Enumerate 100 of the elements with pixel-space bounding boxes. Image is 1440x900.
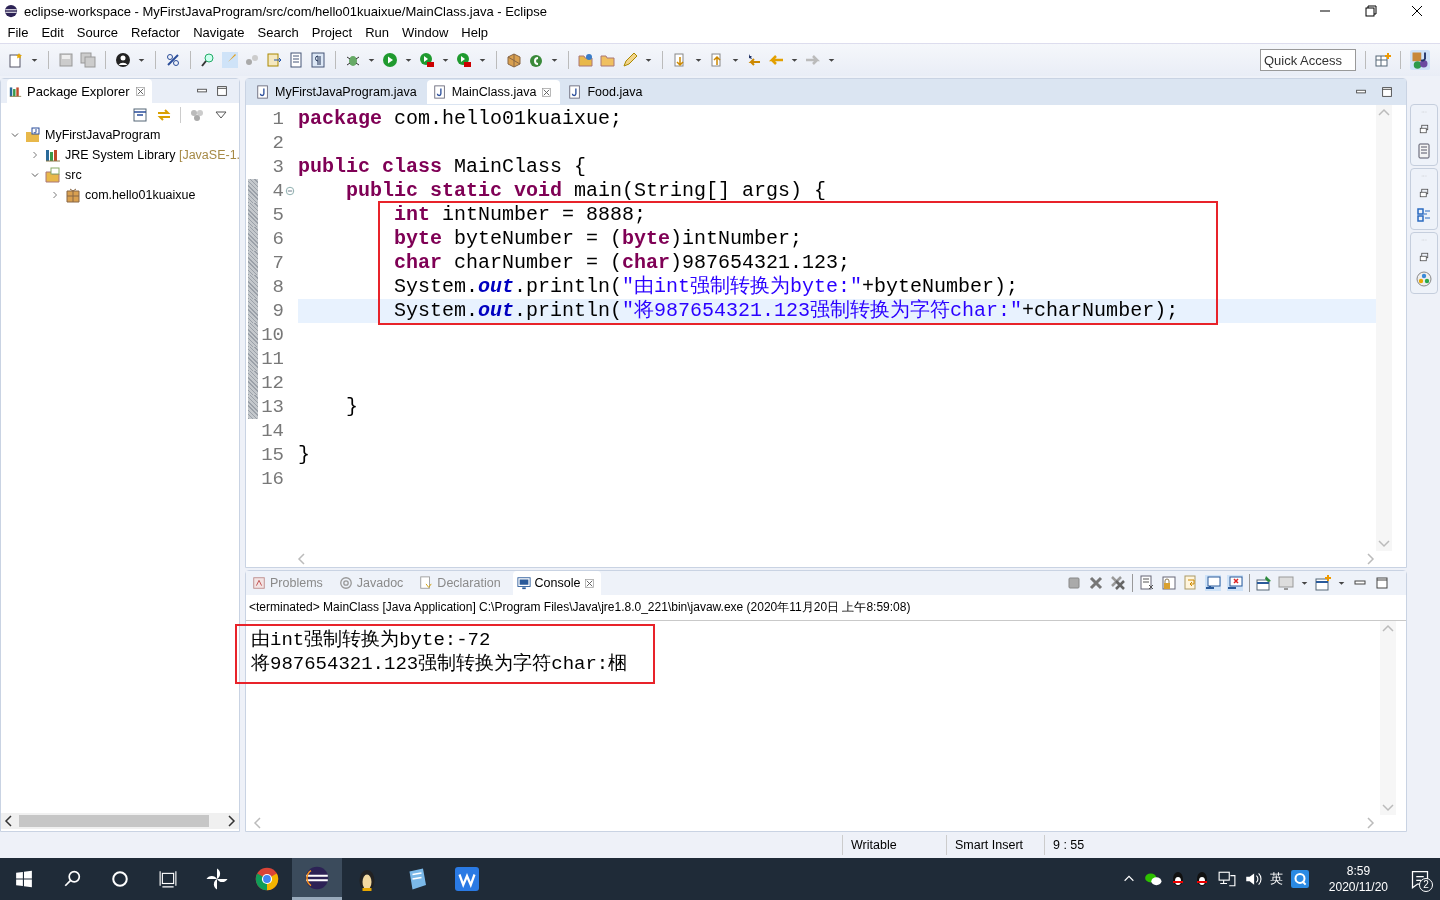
java-file-icon bbox=[256, 85, 270, 99]
eclipse-logo-icon bbox=[4, 4, 18, 18]
run-icon[interactable] bbox=[382, 52, 398, 68]
menu-item[interactable]: Refactor bbox=[124, 25, 187, 40]
restore-icon[interactable] bbox=[1418, 123, 1430, 135]
palette-icon[interactable] bbox=[1416, 271, 1432, 287]
run-external-icon[interactable] bbox=[419, 52, 435, 68]
editor-tab[interactable]: MyFirstJavaProgram.java bbox=[250, 80, 425, 104]
chat-icon[interactable] bbox=[1143, 870, 1162, 888]
line-number: 15 bbox=[260, 443, 284, 467]
stop-icon[interactable] bbox=[1066, 575, 1082, 591]
java-perspective-icon[interactable] bbox=[1410, 50, 1430, 70]
fold-toggle-icon[interactable] bbox=[285, 186, 295, 196]
line-number: 3 bbox=[271, 155, 284, 179]
restore-icon[interactable] bbox=[1418, 251, 1430, 263]
cortana-circle-icon[interactable] bbox=[111, 870, 129, 888]
scroll-lock-icon[interactable] bbox=[1161, 575, 1177, 591]
source-folder-icon bbox=[45, 167, 61, 183]
line-number: 14 bbox=[260, 419, 284, 443]
outline-icon[interactable] bbox=[1416, 207, 1432, 223]
status-field: Smart Insert bbox=[946, 835, 1044, 855]
windows-start-icon[interactable] bbox=[15, 870, 33, 888]
new-class-icon[interactable] bbox=[528, 52, 544, 68]
tree-item[interactable]: src bbox=[1, 165, 239, 185]
network-icon[interactable] bbox=[1217, 870, 1236, 888]
line-number: 5 bbox=[271, 203, 284, 227]
menu-item[interactable]: Edit bbox=[34, 25, 71, 40]
menu-item[interactable]: Help bbox=[454, 25, 495, 40]
declaration-icon bbox=[419, 576, 434, 590]
java-file-icon bbox=[432, 85, 447, 99]
line-number: 8 bbox=[271, 275, 284, 299]
pen-icon[interactable] bbox=[622, 52, 638, 68]
menu-item[interactable]: Navigate bbox=[186, 25, 251, 40]
view-tab[interactable]: Package Explorer bbox=[7, 79, 152, 103]
line-number: 4 bbox=[271, 179, 284, 203]
console-output-line: 由int强制转换为byte:-72 bbox=[251, 628, 492, 652]
pinwheel-icon bbox=[205, 867, 229, 891]
remove-icon[interactable] bbox=[1088, 575, 1104, 591]
line-number: 13 bbox=[260, 395, 284, 419]
restore-icon[interactable] bbox=[1418, 187, 1430, 199]
notification-badge: 2 bbox=[1419, 878, 1433, 892]
code-line: } bbox=[298, 443, 310, 467]
maximize-icon[interactable] bbox=[1380, 85, 1394, 99]
close-icon[interactable] bbox=[1409, 3, 1425, 19]
tree-item[interactable]: com.hello01kuaixue bbox=[1, 185, 239, 205]
editor-tab[interactable]: MainClass.java bbox=[426, 80, 561, 104]
code-line: public static void main(String[] args) { bbox=[346, 179, 827, 203]
line-number: 10 bbox=[260, 323, 284, 347]
maximize-icon[interactable] bbox=[215, 84, 229, 98]
maximize-icon[interactable] bbox=[1374, 575, 1390, 591]
menu-item[interactable]: Run bbox=[358, 25, 396, 40]
open-folder-icon[interactable] bbox=[578, 52, 594, 68]
eclipse-logo-icon bbox=[305, 865, 329, 890]
app-q-icon[interactable] bbox=[1290, 870, 1309, 888]
last-edit-icon[interactable] bbox=[746, 52, 762, 68]
code-line: } bbox=[346, 395, 358, 419]
java-file-icon bbox=[568, 85, 583, 99]
menu-item[interactable]: Source bbox=[70, 25, 125, 40]
pilcrow-icon[interactable] bbox=[310, 52, 326, 68]
console-icon bbox=[516, 576, 531, 590]
editor-tab[interactable]: Food.java bbox=[562, 80, 651, 104]
profile-icon[interactable] bbox=[115, 52, 131, 68]
magnifier-icon[interactable] bbox=[200, 52, 216, 68]
line-number: 12 bbox=[260, 371, 284, 395]
line-number: 2 bbox=[271, 131, 284, 155]
quick-access-field[interactable]: Quick Access bbox=[1260, 49, 1356, 71]
line-number: 6 bbox=[271, 227, 284, 251]
menu-item[interactable]: File bbox=[1, 25, 35, 40]
taskbar-app[interactable] bbox=[292, 858, 342, 900]
project-folder-icon bbox=[25, 127, 41, 143]
pin-console-icon[interactable] bbox=[1256, 575, 1272, 591]
restore-icon[interactable] bbox=[1363, 3, 1379, 19]
package-icon[interactable] bbox=[506, 52, 522, 68]
show-error-icon[interactable] bbox=[1227, 575, 1243, 591]
show-output-icon[interactable] bbox=[1205, 575, 1221, 591]
input-method-indicator[interactable]: 英 bbox=[1269, 870, 1283, 888]
line-number: 9 bbox=[271, 299, 284, 323]
display-console-icon[interactable] bbox=[1278, 575, 1294, 591]
task-view-icon[interactable] bbox=[159, 870, 177, 888]
line-number: 11 bbox=[260, 347, 284, 371]
clear-console-icon[interactable] bbox=[1139, 575, 1155, 591]
document-icon[interactable] bbox=[288, 52, 304, 68]
menu-item[interactable]: Window bbox=[395, 25, 455, 40]
open-perspective-icon[interactable] bbox=[1375, 52, 1391, 68]
status-field: 9 : 55 bbox=[1044, 835, 1134, 855]
menu-item[interactable]: Search bbox=[251, 25, 306, 40]
coverage-icon[interactable] bbox=[456, 52, 472, 68]
annotation-icon[interactable] bbox=[266, 52, 282, 68]
package-explorer-icon bbox=[9, 84, 22, 98]
tree-item[interactable]: JRE System Library [JavaSE-1. bbox=[1, 145, 239, 165]
view-tab[interactable]: Console bbox=[512, 571, 602, 595]
tree-item[interactable]: MyFirstJavaProgram bbox=[1, 125, 239, 145]
new-console-icon[interactable] bbox=[1315, 575, 1331, 591]
search-icon[interactable] bbox=[63, 870, 81, 888]
clock[interactable]: 8:59 2020/11/20 bbox=[1316, 863, 1400, 895]
remove-all-icon[interactable] bbox=[1110, 575, 1126, 591]
code-line: public class MainClass { bbox=[298, 155, 587, 179]
code-line: System.out.println("由int强制转换为byte:"+byteNumber); bbox=[394, 275, 1019, 299]
menu-item[interactable]: Project bbox=[305, 25, 359, 40]
collapse-all-icon[interactable] bbox=[132, 107, 148, 123]
